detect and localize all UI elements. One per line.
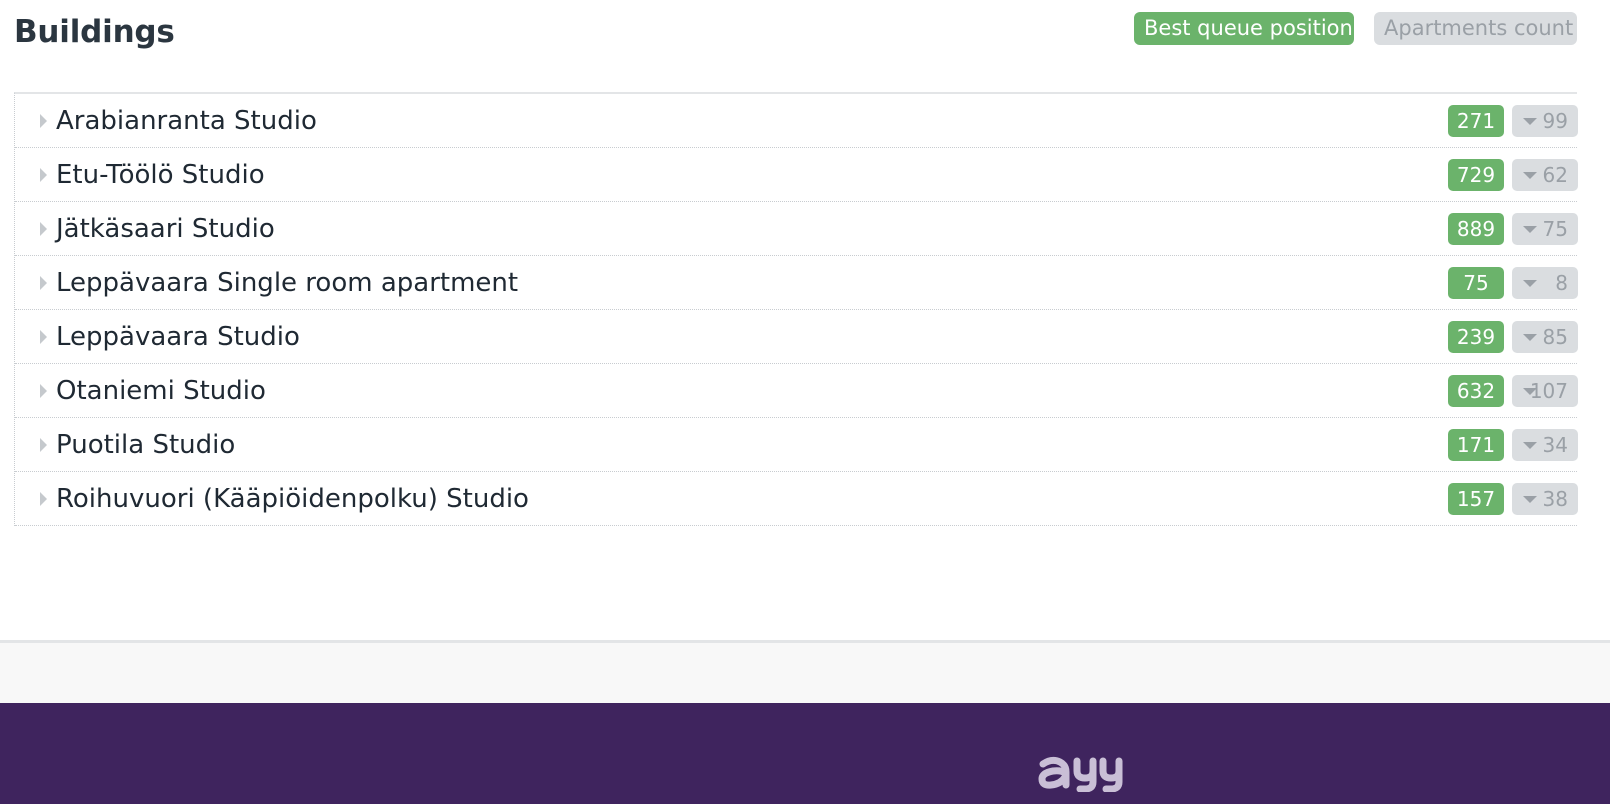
building-name: Puotila Studio: [56, 430, 236, 460]
apartments-count-badge: 34: [1512, 429, 1578, 461]
best-queue-position-badge: 889: [1448, 213, 1504, 245]
apartments-count-badge: 85: [1512, 321, 1578, 353]
caret-down-icon: [1523, 442, 1537, 449]
building-name: Roihuvuori (Kääpiöidenpolku) Studio: [56, 484, 529, 514]
apartments-count-badge: 38: [1512, 483, 1578, 515]
apartments-count-value: 8: [1555, 271, 1568, 295]
footer: [0, 703, 1610, 804]
caret-down-icon: [1523, 172, 1537, 179]
best-queue-position-badge: 157: [1448, 483, 1504, 515]
building-row[interactable]: Puotila Studio 171 34: [15, 418, 1578, 472]
caret-down-icon: [1523, 280, 1537, 287]
building-name: Arabianranta Studio: [56, 106, 317, 136]
page: Buildings Best queue position Apartments…: [0, 0, 1610, 804]
legend-apartments-count[interactable]: Apartments count: [1374, 12, 1577, 45]
expand-triangle-icon[interactable]: [40, 438, 47, 452]
page-title: Buildings: [14, 14, 175, 50]
caret-down-icon: [1523, 226, 1537, 233]
building-row[interactable]: Leppävaara Studio 239 85: [15, 310, 1578, 364]
caret-down-icon: [1523, 388, 1537, 395]
best-queue-position-badge: 239: [1448, 321, 1504, 353]
building-name: Leppävaara Single room apartment: [56, 268, 519, 298]
apartments-count-value: 75: [1542, 217, 1568, 241]
apartments-count-value: 38: [1542, 487, 1568, 511]
pre-footer: [0, 643, 1610, 703]
best-queue-position-badge: 171: [1448, 429, 1504, 461]
expand-triangle-icon[interactable]: [40, 168, 47, 182]
expand-triangle-icon[interactable]: [40, 492, 47, 506]
ayy-logo-icon[interactable]: [1034, 752, 1134, 792]
best-queue-position-badge: 75: [1448, 267, 1504, 299]
building-row[interactable]: Arabianranta Studio 271 99: [15, 94, 1578, 148]
building-row[interactable]: Etu-Töölö Studio 729 62: [15, 148, 1578, 202]
apartments-count-badge: 107: [1512, 375, 1578, 407]
best-queue-position-badge: 729: [1448, 159, 1504, 191]
apartments-count-value: 85: [1542, 325, 1568, 349]
apartments-count-value: 99: [1542, 109, 1568, 133]
caret-down-icon: [1523, 118, 1537, 125]
expand-triangle-icon[interactable]: [40, 276, 47, 290]
apartments-count-badge: 8: [1512, 267, 1578, 299]
caret-down-icon: [1523, 496, 1537, 503]
apartments-count-value: 62: [1542, 163, 1568, 187]
building-name: Etu-Töölö Studio: [56, 160, 265, 190]
building-row[interactable]: Jätkäsaari Studio 889 75: [15, 202, 1578, 256]
expand-triangle-icon[interactable]: [40, 384, 47, 398]
expand-triangle-icon[interactable]: [40, 114, 47, 128]
caret-down-icon: [1523, 334, 1537, 341]
best-queue-position-badge: 271: [1448, 105, 1504, 137]
header: Buildings Best queue position Apartments…: [0, 0, 1610, 70]
building-name: Leppävaara Studio: [56, 322, 300, 352]
building-list: Arabianranta Studio 271 99 Etu-Töölö Stu…: [14, 92, 1578, 526]
expand-triangle-icon[interactable]: [40, 222, 47, 236]
building-row[interactable]: Leppävaara Single room apartment 75 8: [15, 256, 1578, 310]
apartments-count-badge: 75: [1512, 213, 1578, 245]
apartments-count-value: 34: [1542, 433, 1568, 457]
best-queue-position-badge: 632: [1448, 375, 1504, 407]
building-name: Otaniemi Studio: [56, 376, 266, 406]
apartments-count-badge: 99: [1512, 105, 1578, 137]
building-row[interactable]: Roihuvuori (Kääpiöidenpolku) Studio 157 …: [15, 472, 1578, 526]
building-row[interactable]: Otaniemi Studio 632 107: [15, 364, 1578, 418]
apartments-count-badge: 62: [1512, 159, 1578, 191]
legend-best-queue-position[interactable]: Best queue position: [1134, 12, 1354, 45]
building-name: Jätkäsaari Studio: [56, 214, 275, 244]
expand-triangle-icon[interactable]: [40, 330, 47, 344]
